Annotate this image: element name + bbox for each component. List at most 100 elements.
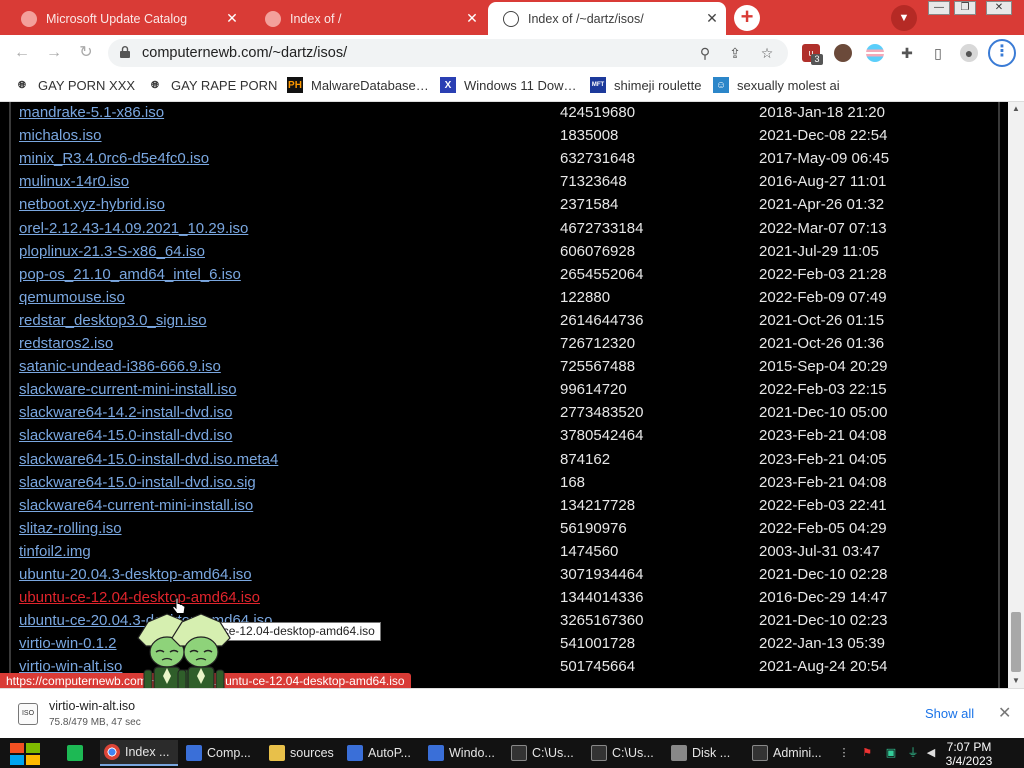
new-tab-button[interactable]: + — [734, 5, 760, 31]
file-date: 2021-Oct-26 01:15 — [759, 311, 885, 329]
hardware-icon[interactable]: ⏚ — [906, 746, 920, 760]
taskbar-item[interactable]: Comp... — [182, 740, 262, 766]
tab-close-icon[interactable]: ✕ — [224, 10, 240, 27]
table-row: slackware64-15.0-install-dvd.iso 37805424… — [0, 426, 1000, 449]
file-link[interactable]: slackware64-15.0-install-dvd.iso — [19, 426, 232, 446]
bookmark-2[interactable]: 🌐︎ GAY RAPE PORN — [147, 77, 277, 93]
scroll-up-arrow-icon[interactable]: ▲ — [1008, 102, 1024, 116]
bookmark-5[interactable]: MFT shimeji roulette — [590, 77, 701, 93]
taskbar-item[interactable]: Disk ... — [667, 740, 745, 766]
file-link[interactable]: minix_R3.4.0rc6-d5e4fc0.iso — [19, 149, 209, 169]
flag-icon[interactable]: ⚑ — [860, 746, 874, 760]
file-date: 2022-Jan-13 05:39 — [759, 635, 885, 653]
file-link[interactable]: slackware64-15.0-install-dvd.iso.meta4 — [19, 450, 278, 470]
file-link[interactable]: satanic-undead-i386-666.9.iso — [19, 357, 221, 377]
tab-close-icon[interactable]: ✕ — [704, 10, 720, 27]
directory-listing: mandrake-5.1-x86.iso 424519680 2018-Jan-18… — [0, 102, 1008, 688]
file-size: 424519680 — [560, 104, 636, 121]
file-link[interactable]: redstaros2.iso — [19, 334, 113, 354]
file-link[interactable]: tinfoil2.img — [19, 542, 91, 562]
file-date: 2022-Feb-03 21:28 — [759, 265, 887, 283]
file-size: 2773483520 — [560, 404, 644, 422]
table-row: mandrake-5.1-x86.iso 424519680 2018-Jan-18… — [0, 103, 1000, 126]
taskbar-item[interactable]: C:\Us... — [587, 740, 665, 766]
more-icon[interactable]: ⋮ — [837, 746, 851, 760]
taskbar-item-label: C:\Us... — [612, 746, 654, 760]
file-link[interactable]: virtio-win-0.1.2 — [19, 634, 117, 654]
close-icon[interactable]: ✕ — [998, 703, 1011, 723]
table-row: slackware-current-mini-install.iso 996147… — [0, 380, 1000, 403]
file-date: 2022-Mar-07 07:13 — [759, 219, 887, 237]
back-arrow-icon[interactable]: ← — [12, 43, 32, 63]
file-link[interactable]: qemumouse.iso — [19, 288, 125, 308]
file-link[interactable]: slitaz-rolling.iso — [19, 519, 122, 539]
search-icon[interactable]: ⚲ — [696, 44, 714, 62]
file-size: 541001728 — [560, 635, 636, 653]
tab-close-icon[interactable]: ✕ — [464, 10, 480, 27]
minimize-button[interactable]: — — [928, 1, 950, 15]
bookmark-4[interactable]: X Windows 11 Dow… — [440, 77, 576, 93]
terminal-icon — [591, 745, 607, 761]
scroll-down-arrow-icon[interactable]: ▼ — [1008, 674, 1024, 688]
taskbar-item[interactable]: Index ... — [100, 740, 178, 766]
file-size: 3071934464 — [560, 566, 644, 583]
file-link[interactable]: slackware64-14.2-install-dvd.iso — [19, 403, 232, 423]
bookmark-3[interactable]: PH MalwareDatabase… — [287, 77, 429, 93]
file-link[interactable]: ubuntu-ce-12.04-desktop-amd64.iso — [19, 588, 260, 608]
file-link[interactable]: pop-os_21.10_amd64_intel_6.iso — [19, 265, 241, 285]
tab-microsoft-update-catalog[interactable]: Microsoft Update Catalog ✕ — [6, 2, 246, 35]
side-panel-icon[interactable]: ▯ — [929, 44, 947, 62]
reload-icon[interactable]: ↻ — [76, 43, 96, 63]
tab-search-button[interactable]: ▼ — [891, 5, 917, 31]
file-link[interactable]: slackware-current-mini-install.iso — [19, 380, 237, 400]
share-icon[interactable]: ⇪ — [726, 44, 744, 62]
show-all-button[interactable]: Show all — [925, 706, 974, 721]
file-size: 2654552064 — [560, 265, 644, 283]
bookmark-6[interactable]: ☺ sexually molest ai — [713, 77, 840, 93]
tab-index-of-isos[interactable]: Index of /~dartz/isos/ ✕ — [488, 2, 726, 35]
bookmark-1[interactable]: 🌐︎ GAY PORN XXX — [14, 77, 135, 93]
puzzle-extensions-icon[interactable]: ✚ — [898, 44, 916, 62]
taskbar-item-label: C:\Us... — [532, 746, 574, 760]
address-bar[interactable]: computernewb.com/~dartz/isos/ ⚲ ⇪ ☆ — [108, 39, 788, 67]
file-link[interactable]: orel-2.12.43-14.09.2021_10.29.iso — [19, 219, 248, 239]
taskbar-item-label: Index ... — [125, 745, 170, 759]
file-link[interactable]: slackware64-15.0-install-dvd.iso.sig — [19, 473, 256, 493]
taskbar-item[interactable]: AutoP... — [343, 740, 421, 766]
taskbar-item[interactable]: Admini... — [748, 740, 828, 766]
file-link[interactable]: michalos.iso — [19, 126, 102, 146]
file-link[interactable]: redstar_desktop3.0_sign.iso — [19, 311, 207, 331]
menu-dots-icon[interactable]: ⋮ — [988, 39, 1016, 67]
bookmark-star-icon[interactable]: ☆ — [758, 44, 776, 62]
profile-icon[interactable]: ● — [960, 44, 978, 62]
forward-arrow-icon[interactable]: → — [44, 43, 64, 63]
taskbar-item[interactable] — [63, 740, 91, 766]
file-link[interactable]: mandrake-5.1-x86.iso — [19, 103, 164, 123]
extension-avatar-icon[interactable] — [834, 44, 852, 62]
flag-extension-icon[interactable] — [866, 44, 884, 62]
table-row: ubuntu-20.04.3-desktop-amd64.iso 30719344… — [0, 565, 1000, 588]
file-link[interactable]: ubuntu-20.04.3-desktop-amd64.iso — [19, 565, 252, 585]
windows-start-icon[interactable] — [8, 741, 42, 767]
taskbar-item[interactable]: sources — [265, 740, 339, 766]
bookmark-label: shimeji roulette — [614, 77, 702, 93]
terminal-icon — [752, 745, 768, 761]
file-link[interactable]: mulinux-14r0.iso — [19, 172, 129, 192]
download-filename[interactable]: virtio-win-alt.iso — [49, 699, 135, 713]
scrollbar-thumb[interactable] — [1011, 612, 1021, 672]
taskbar-item[interactable]: C:\Us... — [507, 740, 585, 766]
file-date: 2023-Feb-21 04:08 — [759, 473, 887, 491]
file-link[interactable]: ploplinux-21.3-S-x86_64.iso — [19, 242, 205, 262]
vertical-scrollbar[interactable]: ▲ ▼ — [1008, 102, 1024, 688]
network-icon[interactable]: ▣ — [884, 746, 898, 760]
taskbar-item[interactable]: Windo... — [424, 740, 504, 766]
file-link[interactable]: netboot.xyz-hybrid.iso — [19, 195, 165, 215]
file-link[interactable]: slackware64-current-mini-install.iso — [19, 496, 253, 516]
restore-button[interactable]: ❐ — [954, 1, 976, 15]
tab-index-of-root[interactable]: Index of / ✕ — [250, 2, 486, 35]
bookmark-label: GAY RAPE PORN — [171, 77, 278, 93]
terminal-icon — [511, 745, 527, 761]
table-row: redstar_desktop3.0_sign.iso 2614644736 202… — [0, 311, 1000, 334]
system-clock[interactable]: 7:07 PM 3/4/2023 — [936, 741, 1002, 767]
close-window-button[interactable]: ✕ — [986, 1, 1012, 15]
